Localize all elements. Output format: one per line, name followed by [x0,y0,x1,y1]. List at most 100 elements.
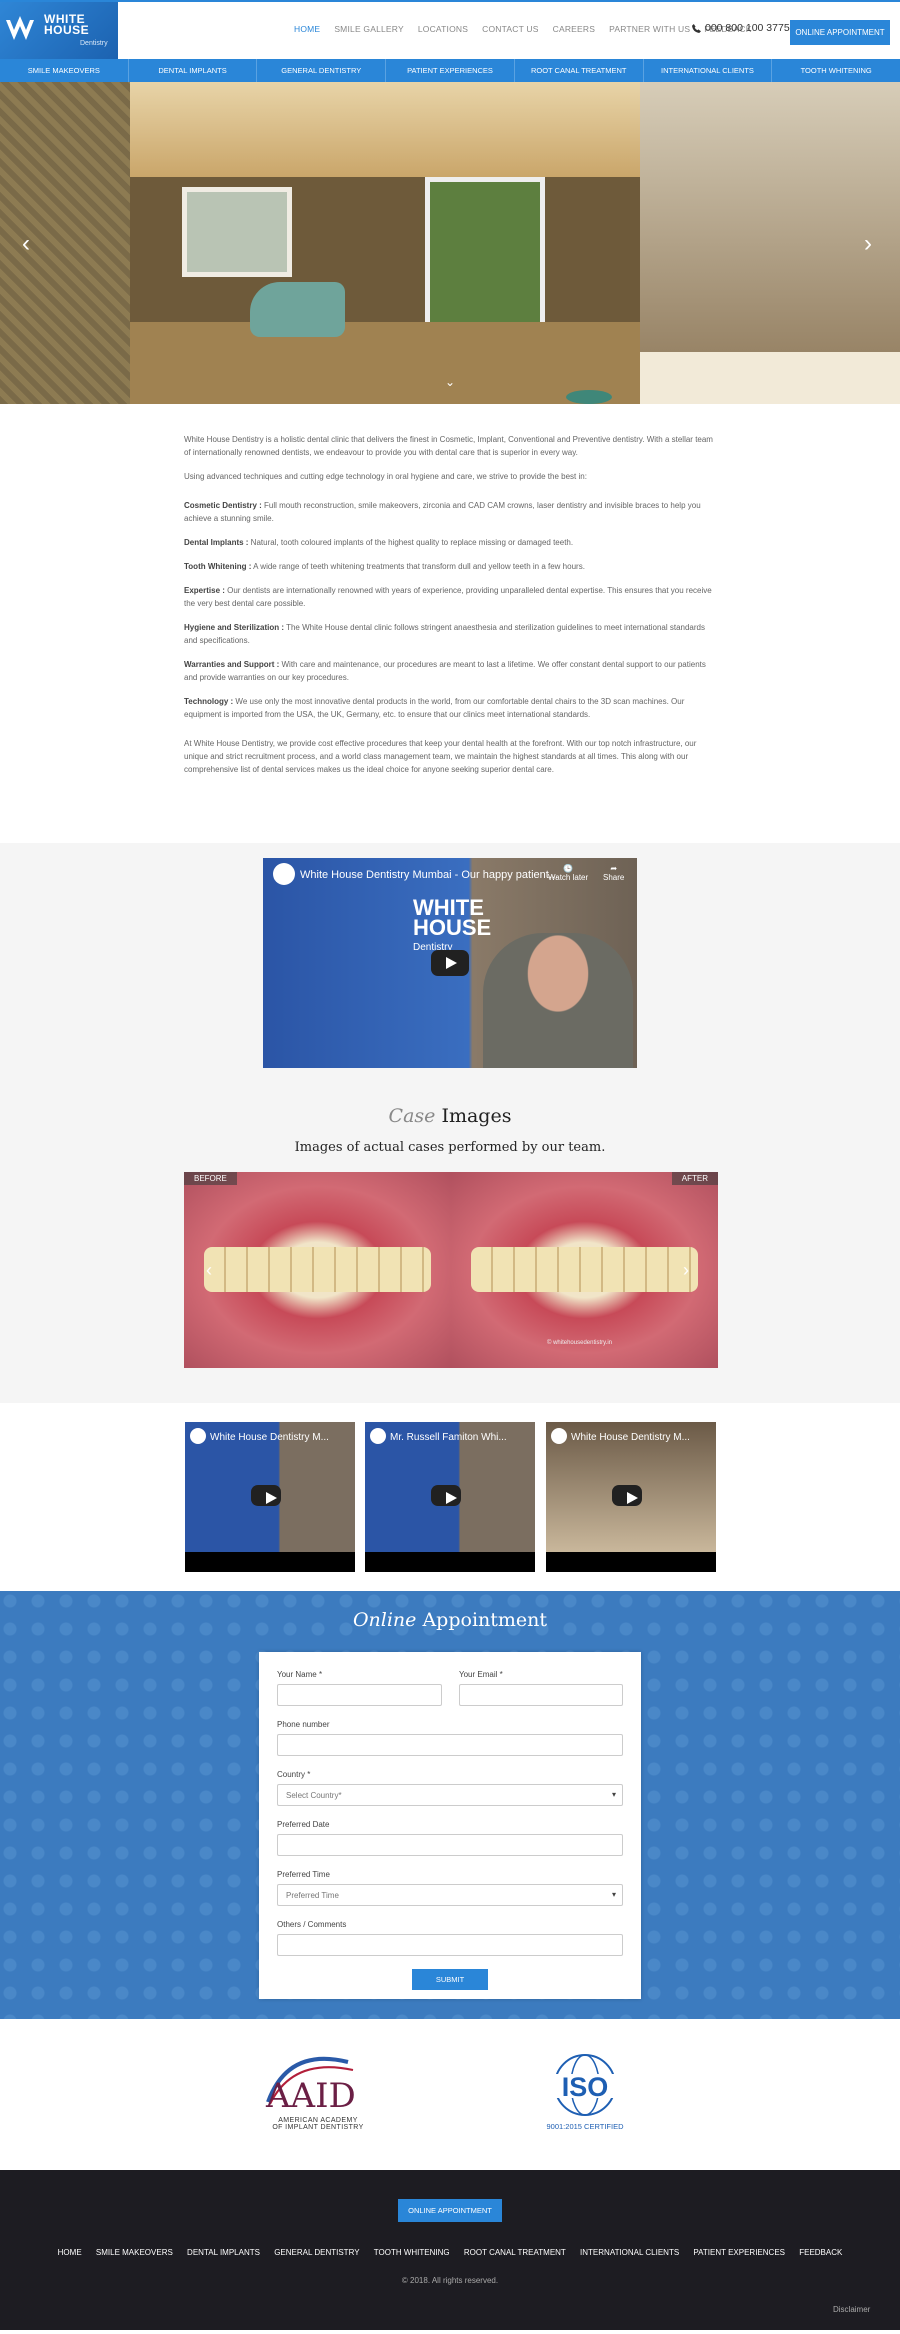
feature-term: Dental Implants : [184,538,249,547]
disclaimer-link[interactable]: Disclaimer [833,2305,870,2314]
nav-partner-with-us[interactable]: PARTNER WITH US [609,24,690,34]
share-icon: ➦ [610,864,618,873]
case-next-icon[interactable]: › [683,1260,689,1281]
time-select-value: Preferred Time [286,1890,339,1900]
video-title[interactable]: White House Dentistry M... [571,1432,711,1443]
hero-photo-window [182,187,292,277]
logo-line-2: HOUSE [44,23,90,37]
video-title[interactable]: White House Dentistry M... [210,1432,350,1443]
footer-link-patient-experiences[interactable]: PATIENT EXPERIENCES [693,2248,785,2257]
date-input[interactable] [277,1834,623,1856]
logo-w-icon [6,16,34,40]
date-label: Preferred Date [277,1820,330,1829]
hero-photo-stool [566,390,612,404]
main-video[interactable]: White House Dentistry Mumbai - Our happy… [263,858,637,1068]
feature-cosmetic: Cosmetic Dentistry : Full mouth reconstr… [184,499,714,525]
footer-link-smile-makeovers[interactable]: SMILE MAKEOVERS [96,2248,173,2257]
play-icon[interactable] [431,1485,461,1506]
video-title[interactable]: Mr. Russell Famiton Whi... [390,1432,530,1443]
email-input[interactable] [459,1684,623,1706]
video-title[interactable]: White House Dentistry Mumbai - Our happy… [300,869,558,881]
logo-text: WHITE HOUSE [44,13,90,37]
comments-input[interactable] [277,1934,623,1956]
country-select[interactable]: Select Country* [277,1784,623,1806]
phone-label: Phone number [277,1720,330,1729]
slider-next-icon[interactable]: › [864,230,872,258]
menu-general-dentistry[interactable]: GENERAL DENTISTRY [257,59,387,82]
slider-prev-icon[interactable]: ‹ [22,230,30,258]
channel-avatar[interactable] [370,1428,386,1444]
case-images-title: Case Images [0,1105,900,1127]
feature-term: Hygiene and Sterilization : [184,623,285,632]
iso-logo: ISO 9001:2015 CERTIFIED [540,2052,630,2137]
scroll-down-icon[interactable]: ⌄ [440,372,460,392]
footer-link-international-clients[interactable]: INTERNATIONAL CLIENTS [580,2248,679,2257]
site-header: WHITE HOUSE Dentistry HOME SMILE GALLERY… [0,0,900,59]
feature-term: Tooth Whitening : [184,562,252,571]
nav-home[interactable]: HOME [294,24,320,34]
menu-international-clients[interactable]: INTERNATIONAL CLIENTS [644,59,773,82]
hero-photo-window [425,177,545,327]
watch-later-label: Watch later [548,873,589,882]
case-title-italic: Case [388,1105,436,1127]
footer-link-tooth-whitening[interactable]: TOOTH WHITENING [374,2248,450,2257]
video-card[interactable]: Mr. Russell Famiton Whi... [365,1422,535,1572]
site-logo[interactable]: WHITE HOUSE Dentistry [0,2,118,59]
online-appointment-button[interactable]: ONLINE APPOINTMENT [790,20,890,45]
watch-later-button[interactable]: 🕒 Watch later [548,864,588,882]
footer-link-general-dentistry[interactable]: GENERAL DENTISTRY [274,2248,359,2257]
menu-root-canal-treatment[interactable]: ROOT CANAL TREATMENT [515,59,644,82]
submit-button[interactable]: SUBMIT [412,1969,488,1990]
comments-label: Others / Comments [277,1920,347,1929]
time-label: Preferred Time [277,1870,330,1879]
channel-avatar[interactable] [190,1428,206,1444]
appointment-form: Your Name * Your Email * Phone number Co… [259,1652,641,1999]
footer-nav: HOME SMILE MAKEOVERS DENTAL IMPLANTS GEN… [0,2248,900,2257]
nav-careers[interactable]: CAREERS [553,24,596,34]
video-card[interactable]: White House Dentistry M... [546,1422,716,1572]
feature-term: Cosmetic Dentistry : [184,501,262,510]
appointment-title: Online Appointment [0,1609,900,1631]
channel-avatar[interactable] [551,1428,567,1444]
video-card[interactable]: White House Dentistry M... [185,1422,355,1572]
clock-icon: 🕒 [563,864,574,873]
video-person [483,933,633,1068]
case-before-image: BEFORE ‹ [184,1172,451,1368]
feature-term: Technology : [184,697,234,706]
menu-dental-implants[interactable]: DENTAL IMPLANTS [129,59,258,82]
footer-link-root-canal[interactable]: ROOT CANAL TREATMENT [464,2248,566,2257]
case-prev-icon[interactable]: ‹ [206,1260,212,1281]
play-icon[interactable] [431,950,469,976]
feature-text: We use only the most innovative dental p… [184,697,685,719]
share-button[interactable]: ➦ Share [603,864,624,882]
hero-photo-dental-chair [250,282,345,337]
play-icon[interactable] [612,1485,642,1506]
logo-line-3: Dentistry [80,40,108,47]
country-select-value: Select Country* [286,1790,342,1800]
menu-smile-makeovers[interactable]: SMILE MAKEOVERS [0,59,129,82]
phone-number[interactable]: 000 800 100 3775 [692,22,790,34]
feature-whitening: Tooth Whitening : A wide range of teeth … [184,560,714,573]
nav-locations[interactable]: LOCATIONS [418,24,468,34]
menu-tooth-whitening[interactable]: TOOTH WHITENING [772,59,900,82]
menu-patient-experiences[interactable]: PATIENT EXPERIENCES [386,59,515,82]
accreditations: AAID AMERICAN ACADEMY OF IMPLANT DENTIST… [0,2019,900,2170]
name-input[interactable] [277,1684,442,1706]
phone-input[interactable] [277,1734,623,1756]
footer-link-dental-implants[interactable]: DENTAL IMPLANTS [187,2248,260,2257]
phone-text: 000 800 100 3775 [705,22,790,34]
feature-text: Full mouth reconstruction, smile makeove… [184,501,701,523]
nav-contact-us[interactable]: CONTACT US [482,24,538,34]
footer-link-home[interactable]: HOME [58,2248,82,2257]
channel-avatar[interactable] [273,863,295,885]
play-icon[interactable] [251,1485,281,1506]
feature-warranties: Warranties and Support : With care and m… [184,658,714,684]
footer-appointment-button[interactable]: ONLINE APPOINTMENT [398,2199,502,2222]
time-select[interactable]: Preferred Time [277,1884,623,1906]
nav-smile-gallery[interactable]: SMILE GALLERY [334,24,404,34]
teeth-illustration [204,1247,431,1292]
hero-photo-ceiling [130,82,660,177]
appointment-title-italic: Online [352,1609,417,1631]
footer-link-feedback[interactable]: FEEDBACK [799,2248,842,2257]
feature-text: A wide range of teeth whitening treatmen… [251,562,585,571]
